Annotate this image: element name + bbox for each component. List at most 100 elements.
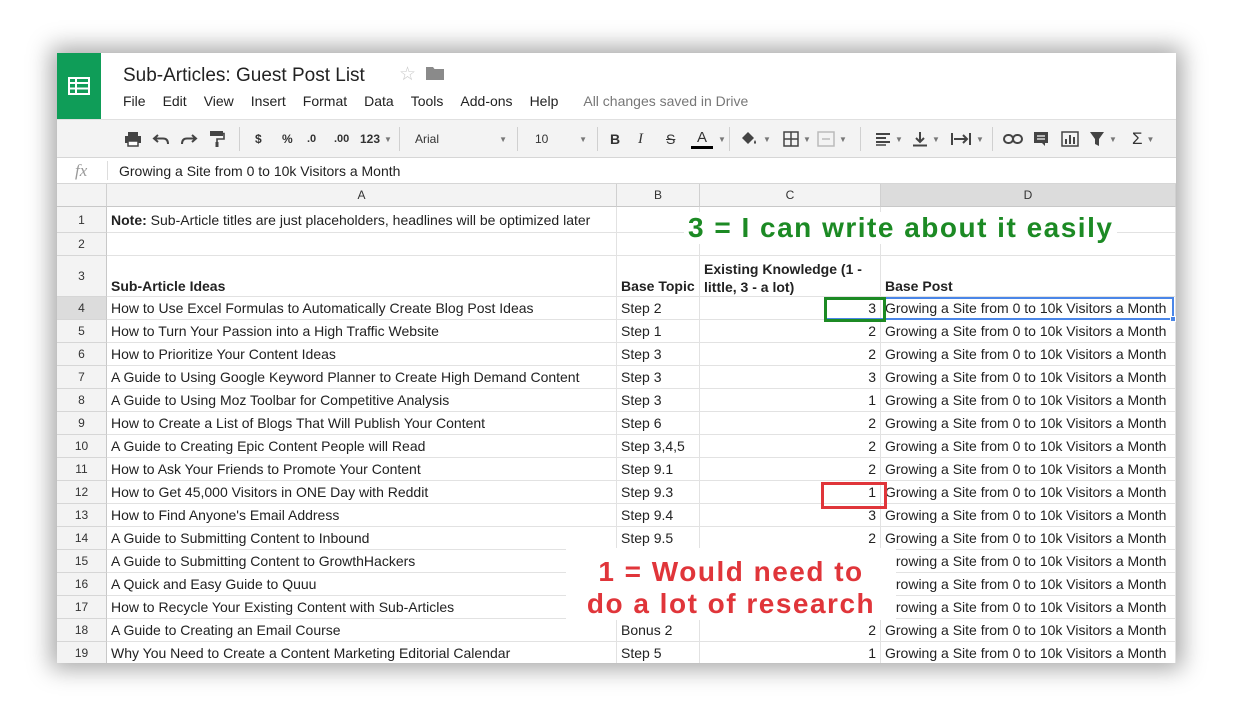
- sub-article-idea-cell[interactable]: A Guide to Using Moz Toolbar for Competi…: [107, 389, 617, 412]
- currency-format-button[interactable]: $: [255, 120, 262, 158]
- base-post-cell[interactable]: Growing a Site from 0 to 10k Visitors a …: [881, 389, 1176, 412]
- print-icon[interactable]: [124, 120, 142, 158]
- fill-color-icon[interactable]: ▼: [739, 120, 771, 158]
- base-topic-cell[interactable]: Step 3: [617, 343, 700, 366]
- existing-knowledge-cell[interactable]: 3: [700, 504, 881, 527]
- sub-article-idea-cell[interactable]: How to Find Anyone's Email Address: [107, 504, 617, 527]
- percent-format-button[interactable]: %: [282, 120, 293, 158]
- base-topic-cell[interactable]: Step 3: [617, 366, 700, 389]
- base-topic-cell[interactable]: Step 6: [617, 412, 700, 435]
- select-all-corner[interactable]: [57, 184, 107, 207]
- existing-knowledge-cell[interactable]: 2: [700, 619, 881, 642]
- row-header[interactable]: 4: [57, 297, 107, 320]
- base-post-cell[interactable]: Growing a Site from 0 to 10k Visitors a …: [881, 343, 1176, 366]
- menu-insert[interactable]: Insert: [251, 93, 286, 109]
- redo-icon[interactable]: [180, 120, 198, 158]
- menu-file[interactable]: File: [123, 93, 146, 109]
- base-post-cell[interactable]: Growing a Site from 0 to 10k Visitors a …: [881, 619, 1176, 642]
- base-post-cell[interactable]: Growing a Site from 0 to 10k Visitors a …: [881, 550, 1176, 573]
- menu-format[interactable]: Format: [303, 93, 347, 109]
- note-cell[interactable]: Note: Sub-Article titles are just placeh…: [107, 207, 617, 233]
- base-topic-cell[interactable]: Step 1: [617, 320, 700, 343]
- column-header-c[interactable]: C: [700, 184, 881, 207]
- sub-article-idea-cell[interactable]: Why You Need to Create a Content Marketi…: [107, 642, 617, 663]
- row-header[interactable]: 14: [57, 527, 107, 550]
- row-header[interactable]: 15: [57, 550, 107, 573]
- base-post-cell[interactable]: Growing a Site from 0 to 10k Visitors a …: [881, 412, 1176, 435]
- italic-button[interactable]: I: [638, 120, 643, 158]
- cell[interactable]: [107, 233, 617, 256]
- menu-view[interactable]: View: [204, 93, 234, 109]
- menu-add-ons[interactable]: Add-ons: [460, 93, 512, 109]
- horizontal-align-icon[interactable]: ▼: [875, 120, 903, 158]
- row-header[interactable]: 18: [57, 619, 107, 642]
- existing-knowledge-cell[interactable]: 1: [700, 642, 881, 663]
- sub-article-idea-cell[interactable]: How to Create a List of Blogs That Will …: [107, 412, 617, 435]
- base-topic-cell[interactable]: Step 2: [617, 297, 700, 320]
- menu-edit[interactable]: Edit: [163, 93, 187, 109]
- filter-icon[interactable]: ▼: [1089, 120, 1117, 158]
- text-color-button[interactable]: A: [691, 120, 713, 158]
- existing-knowledge-cell[interactable]: 1: [700, 481, 881, 504]
- row-header[interactable]: 10: [57, 435, 107, 458]
- base-post-cell[interactable]: Growing a Site from 0 to 10k Visitors a …: [881, 642, 1176, 663]
- sub-article-idea-cell[interactable]: A Guide to Creating Epic Content People …: [107, 435, 617, 458]
- chevron-down-icon[interactable]: ▼: [714, 120, 726, 158]
- menu-tools[interactable]: Tools: [411, 93, 444, 109]
- sub-article-idea-cell[interactable]: A Quick and Easy Guide to Quuu: [107, 573, 617, 596]
- base-post-cell[interactable]: Growing a Site from 0 to 10k Visitors a …: [881, 481, 1176, 504]
- base-topic-cell[interactable]: Step 9.3: [617, 481, 700, 504]
- star-icon[interactable]: ☆: [399, 65, 416, 85]
- sub-article-idea-cell[interactable]: How to Turn Your Passion into a High Tra…: [107, 320, 617, 343]
- sub-article-idea-cell[interactable]: How to Get 45,000 Visitors in ONE Day wi…: [107, 481, 617, 504]
- insert-comment-icon[interactable]: [1033, 120, 1049, 158]
- row-header[interactable]: 8: [57, 389, 107, 412]
- row-header[interactable]: 5: [57, 320, 107, 343]
- undo-icon[interactable]: [152, 120, 170, 158]
- base-topic-cell[interactable]: Step 5: [617, 642, 700, 663]
- existing-knowledge-cell[interactable]: 2: [700, 527, 881, 550]
- base-topic-cell[interactable]: Step 9.4: [617, 504, 700, 527]
- merge-cells-icon[interactable]: ▼: [817, 120, 847, 158]
- bold-button[interactable]: B: [610, 120, 620, 158]
- row-header[interactable]: 7: [57, 366, 107, 389]
- fill-handle[interactable]: [1170, 316, 1176, 322]
- borders-icon[interactable]: ▼: [783, 120, 811, 158]
- base-post-cell[interactable]: Growing a Site from 0 to 10k Visitors a …: [881, 320, 1176, 343]
- insert-link-icon[interactable]: [1003, 120, 1023, 158]
- existing-knowledge-cell[interactable]: 3: [700, 366, 881, 389]
- document-title[interactable]: Sub-Articles: Guest Post List: [123, 65, 365, 87]
- existing-knowledge-cell[interactable]: 2: [700, 320, 881, 343]
- existing-knowledge-cell[interactable]: 2: [700, 435, 881, 458]
- base-post-cell[interactable]: Growing a Site from 0 to 10k Visitors a …: [881, 573, 1176, 596]
- base-post-cell[interactable]: Growing a Site from 0 to 10k Visitors a …: [881, 297, 1176, 320]
- functions-button[interactable]: Σ ▼: [1132, 120, 1154, 158]
- sub-article-idea-cell[interactable]: A Guide to Submitting Content to Inbound: [107, 527, 617, 550]
- column-header-d[interactable]: D: [881, 184, 1176, 207]
- row-header[interactable]: 19: [57, 642, 107, 663]
- existing-knowledge-cell[interactable]: 2: [700, 343, 881, 366]
- header-existing-knowledge[interactable]: Existing Knowledge (1 - little, 3 - a lo…: [700, 256, 881, 297]
- existing-knowledge-cell[interactable]: 3: [700, 297, 881, 320]
- row-header[interactable]: 1: [57, 207, 107, 233]
- sub-article-idea-cell[interactable]: How to Recycle Your Existing Content wit…: [107, 596, 617, 619]
- base-post-cell[interactable]: Growing a Site from 0 to 10k Visitors a …: [881, 527, 1176, 550]
- base-post-cell[interactable]: Growing a Site from 0 to 10k Visitors a …: [881, 458, 1176, 481]
- row-header[interactable]: 9: [57, 412, 107, 435]
- sub-article-idea-cell[interactable]: How to Prioritize Your Content Ideas: [107, 343, 617, 366]
- base-topic-cell[interactable]: Step 9.1: [617, 458, 700, 481]
- decrease-decimal-button[interactable]: .0: [307, 120, 316, 158]
- row-header[interactable]: 3: [57, 256, 107, 297]
- row-header[interactable]: 6: [57, 343, 107, 366]
- increase-decimal-button[interactable]: .00: [334, 120, 349, 158]
- text-wrap-icon[interactable]: ▼: [950, 120, 984, 158]
- folder-icon[interactable]: [426, 66, 445, 85]
- row-header[interactable]: 17: [57, 596, 107, 619]
- strikethrough-button[interactable]: S: [666, 120, 675, 158]
- row-header[interactable]: 11: [57, 458, 107, 481]
- column-header-a[interactable]: A: [107, 184, 617, 207]
- formula-input[interactable]: Growing a Site from 0 to 10k Visitors a …: [119, 163, 400, 179]
- more-formats-dropdown[interactable]: 123 ▼: [360, 120, 392, 158]
- paint-format-icon[interactable]: [209, 120, 225, 158]
- sub-article-idea-cell[interactable]: How to Use Excel Formulas to Automatical…: [107, 297, 617, 320]
